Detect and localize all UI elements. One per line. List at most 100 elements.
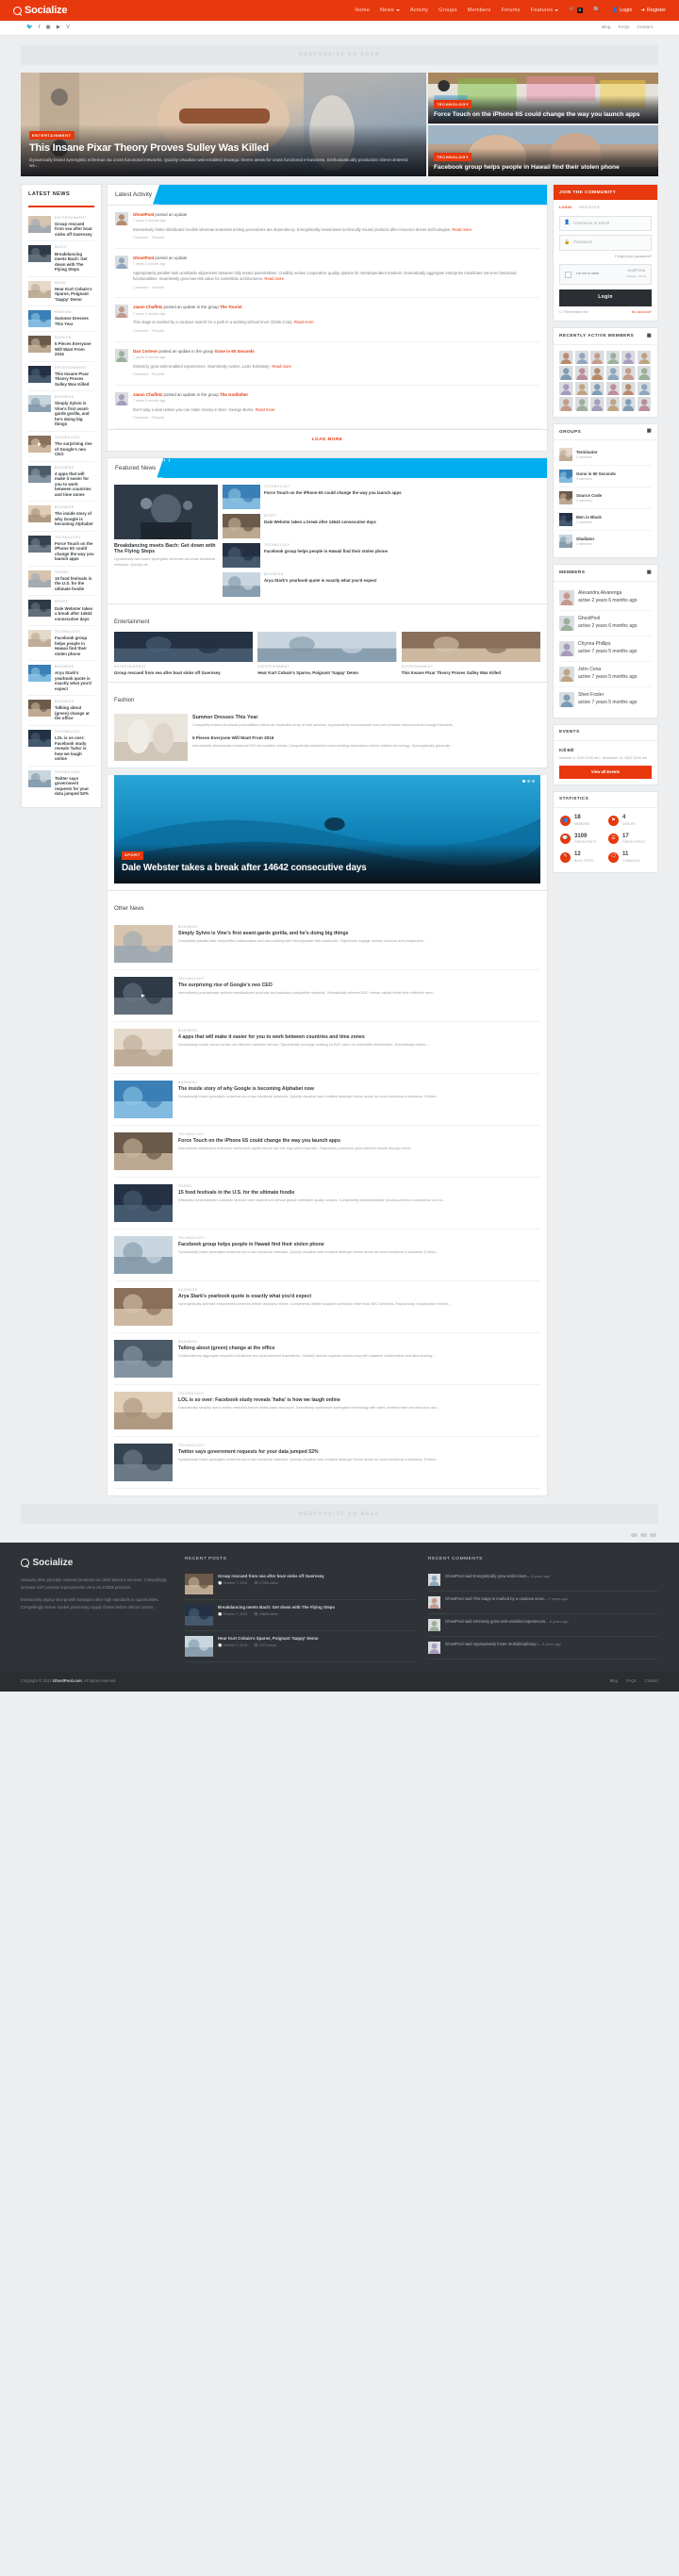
list-item[interactable]: TECHNOLOGY LOL is so over: Facebook study… bbox=[28, 726, 94, 767]
read-more-link[interactable]: Read more bbox=[294, 320, 314, 324]
list-item-category[interactable]: SPORT bbox=[55, 600, 94, 604]
other-news-title[interactable]: LOL is so over: Facebook study reveals '… bbox=[178, 1397, 540, 1404]
promo-dot-3[interactable] bbox=[532, 780, 535, 784]
list-item[interactable]: FASHION 5 Pieces Everyone Will Want From … bbox=[28, 332, 94, 362]
footer-link-faqs[interactable]: FAQs bbox=[626, 1678, 636, 1684]
promo-dot-2[interactable] bbox=[527, 780, 530, 784]
group-item[interactable]: Source Code 2 members bbox=[559, 487, 652, 510]
search-icon[interactable]: 🔍 bbox=[593, 7, 600, 15]
card-category[interactable]: ENTERTAINMENT bbox=[402, 665, 540, 669]
list-item[interactable]: TECHNOLOGY Force Touch on the iPhone 6S c… bbox=[28, 532, 94, 567]
card-title[interactable]: Hear Kurt Cobain's Sparse, Poignant 'Sap… bbox=[257, 670, 396, 676]
other-news-item[interactable]: TECHNOLOGY LOL is so over: Facebook study… bbox=[114, 1385, 540, 1438]
list-item[interactable]: TECHNOLOGY Facebook group helps people in… bbox=[28, 626, 94, 662]
member-name[interactable]: Sheri Foster bbox=[578, 692, 652, 700]
member-avatar[interactable] bbox=[621, 366, 636, 380]
hero-side-title-1[interactable]: Force Touch on the iPhone 6S could chang… bbox=[434, 111, 653, 119]
other-news-category[interactable]: TRAVEL bbox=[178, 1184, 540, 1189]
login-link[interactable]: 👤 Login bbox=[611, 7, 632, 14]
card-title[interactable]: This Insane Pixar Theory Proves Sulley W… bbox=[402, 670, 540, 676]
activity-group[interactable]: Gone in 60 Seconds bbox=[215, 349, 255, 354]
read-more-link[interactable]: Read more bbox=[256, 407, 275, 412]
hero-main-slide[interactable]: ENTERTAINMENT This Insane Pixar Theory P… bbox=[21, 73, 426, 176]
other-news-title[interactable]: The surprising rise of Google's neo CEO bbox=[178, 983, 540, 989]
list-item-title[interactable]: Dale Webster takes a break after 14642 c… bbox=[55, 606, 94, 622]
list-item-title[interactable]: This Insane Pixar Theory Proves Sulley W… bbox=[55, 372, 94, 388]
hero-category-badge[interactable]: ENTERTAINMENT bbox=[29, 131, 75, 140]
event-name[interactable]: Kill Bill bbox=[559, 748, 652, 754]
prev-arrow-icon[interactable]: ‹ bbox=[163, 458, 165, 464]
footer-post-item[interactable]: Breakdancing meets Bach: Get down with T… bbox=[185, 1600, 415, 1632]
member-avatar[interactable] bbox=[559, 366, 573, 380]
entertainment-card[interactable]: ENTERTAINMENT Group rescued from sea afte… bbox=[114, 631, 254, 676]
member-avatar[interactable] bbox=[605, 397, 620, 411]
link-blog[interactable]: Blog bbox=[602, 25, 611, 31]
group-item[interactable]: Men in Black 2 members bbox=[559, 509, 652, 532]
other-news-category[interactable]: TECHNOLOGY bbox=[178, 1132, 540, 1137]
member-avatar[interactable] bbox=[605, 350, 620, 365]
member-avatar[interactable] bbox=[637, 397, 651, 411]
footer-comment-item[interactable]: GhostPool said This stage is marked by a… bbox=[428, 1592, 658, 1615]
member-item[interactable]: Alexandra Alvarenga active 2 years 6 mont… bbox=[559, 586, 652, 611]
other-news-item[interactable]: BUSINESS Simply Sylvio is Vine's first av… bbox=[114, 918, 540, 971]
list-item-category[interactable]: TECHNOLOGY bbox=[55, 436, 94, 440]
scroll-dot-1[interactable] bbox=[631, 1533, 638, 1538]
list-item-title[interactable]: 4 apps that will make it easier for you … bbox=[55, 471, 94, 498]
list-item[interactable]: SPORT Dale Webster takes a break after 14… bbox=[28, 596, 94, 627]
vimeo-icon[interactable]: V bbox=[66, 24, 70, 31]
other-news-title[interactable]: Arya Stark's yearbook quote is exactly w… bbox=[178, 1294, 540, 1300]
tab-login[interactable]: LOGIN bbox=[559, 206, 571, 210]
promo-slide[interactable]: SPORT Dale Webster takes a break after 1… bbox=[114, 775, 540, 884]
member-avatar[interactable] bbox=[590, 366, 604, 380]
site-logo[interactable]: Socialize bbox=[13, 3, 67, 19]
group-name[interactable]: Terminator bbox=[576, 450, 652, 456]
member-item[interactable]: Chynna Phillips active 7 years 5 months a… bbox=[559, 636, 652, 662]
scroll-dot-3[interactable] bbox=[650, 1533, 656, 1538]
avatar[interactable] bbox=[115, 348, 128, 362]
entertainment-card[interactable]: ENTERTAINMENT This Insane Pixar Theory Pr… bbox=[401, 631, 540, 676]
list-item[interactable]: FASHION Summer Dresses This Year bbox=[28, 306, 94, 333]
featured-side-item[interactable]: TECHNOLOGY Force Touch on the iPhone 6S c… bbox=[223, 484, 540, 509]
list-item-category[interactable]: TECHNOLOGY bbox=[55, 730, 94, 735]
card-category[interactable]: ENTERTAINMENT bbox=[257, 665, 396, 669]
activity-user[interactable]: Jason Chaffetz bbox=[133, 305, 162, 309]
footer-link-contact[interactable]: Contact bbox=[645, 1678, 658, 1684]
list-item-title[interactable]: Simply Sylvio is Vine's first avant-gard… bbox=[55, 401, 94, 427]
hero-side-category-2[interactable]: TECHNOLOGY bbox=[434, 152, 472, 162]
footer-logo[interactable]: Socialize bbox=[21, 1556, 172, 1570]
list-item-category[interactable]: TECHNOLOGY bbox=[55, 536, 94, 540]
other-news-title[interactable]: Force Touch on the iPhone 6S could chang… bbox=[178, 1138, 540, 1145]
featured-side-title[interactable]: Dale Webster takes a break after 14642 c… bbox=[264, 520, 540, 525]
grid-view-icon[interactable]: ▦ bbox=[647, 570, 652, 577]
activity-user[interactable]: Dan Cortese bbox=[133, 349, 157, 354]
featured-side-title[interactable]: Force Touch on the iPhone 6S could chang… bbox=[264, 490, 540, 496]
hero-side-slide-1[interactable]: TECHNOLOGY Force Touch on the iPhone 6S … bbox=[428, 73, 658, 124]
list-item-title[interactable]: Force Touch on the iPhone 6S could chang… bbox=[55, 541, 94, 562]
list-item[interactable]: TECHNOLOGY The surprising rise of Google'… bbox=[28, 432, 94, 462]
list-item-title[interactable]: The surprising rise of Google's neo CEO bbox=[55, 441, 94, 457]
member-avatar[interactable] bbox=[590, 350, 604, 365]
footer-comment-item[interactable]: GhostPool said Energistically grow world… bbox=[428, 1569, 658, 1593]
member-avatar[interactable] bbox=[621, 397, 636, 411]
list-item-title[interactable]: Arya Stark's yearbook quote is exactly w… bbox=[55, 670, 94, 691]
group-item[interactable]: Gone in 60 Seconds 3 members bbox=[559, 466, 652, 488]
group-name[interactable]: Gladiator bbox=[576, 537, 652, 543]
list-item-category[interactable]: FASHION bbox=[55, 310, 94, 315]
list-item-title[interactable]: LOL is so over: Facebook study reveals '… bbox=[55, 735, 94, 762]
activity-actions[interactable]: Comment · Favorite bbox=[133, 372, 539, 378]
read-more-link[interactable]: Read more bbox=[272, 364, 291, 369]
member-avatar[interactable] bbox=[559, 397, 573, 411]
other-news-category[interactable]: BUSINESS bbox=[178, 1288, 540, 1293]
facebook-icon[interactable]: f bbox=[39, 24, 41, 31]
other-news-title[interactable]: Facebook group helps people in Hawaii fi… bbox=[178, 1242, 540, 1248]
other-news-title[interactable]: The inside story of why Google is becomi… bbox=[178, 1086, 540, 1093]
member-avatar[interactable] bbox=[637, 350, 651, 365]
member-name[interactable]: Alexandra Alvarenga bbox=[578, 590, 652, 598]
member-avatar[interactable] bbox=[559, 381, 573, 396]
other-news-category[interactable]: TECHNOLOGY bbox=[178, 1444, 540, 1448]
hero-side-title-2[interactable]: Facebook group helps people in Hawaii fi… bbox=[434, 164, 653, 172]
list-item-category[interactable]: MUSIC bbox=[55, 281, 94, 286]
register-link[interactable]: ➜ Register bbox=[640, 7, 666, 14]
list-item-category[interactable]: BUSINESS bbox=[55, 505, 94, 510]
list-item-category[interactable]: ENTERTAINMENT bbox=[55, 216, 94, 221]
